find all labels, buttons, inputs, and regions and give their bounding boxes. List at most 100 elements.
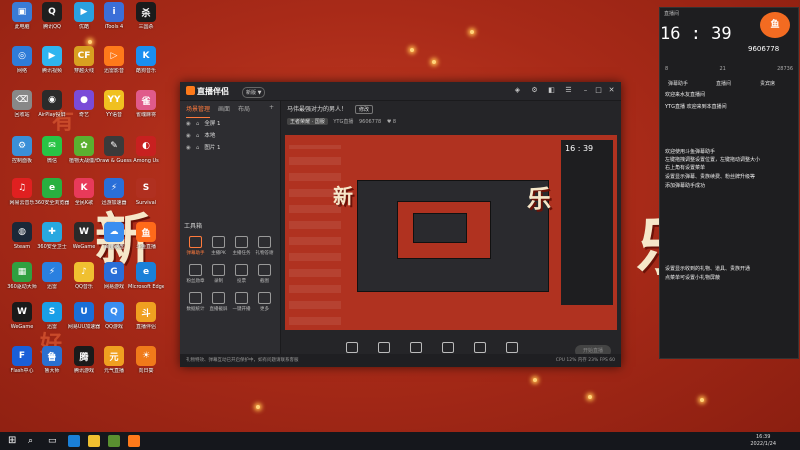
- app-icon: CF: [74, 46, 94, 66]
- desktop-icon[interactable]: 雀雀魂麻将: [128, 90, 164, 118]
- desktop-icon[interactable]: ✉ 微信: [34, 136, 70, 164]
- tool-item[interactable]: 主播PK: [207, 236, 230, 256]
- windows-start-icon[interactable]: ⊞: [8, 435, 20, 447]
- tool-item[interactable]: 录制: [207, 264, 230, 284]
- desktop-icon[interactable]: ◉ AirPlay投屏: [34, 90, 70, 118]
- tool-item[interactable]: 礼物答谢: [253, 236, 276, 256]
- search-icon[interactable]: ⌕: [28, 435, 40, 447]
- desktop-icon[interactable]: 斗直播伴侣: [128, 302, 164, 330]
- fans-icon: ♥: [386, 119, 392, 125]
- desktop-icon[interactable]: 元元气直播: [96, 346, 132, 374]
- minimize-icon[interactable]: –: [581, 86, 590, 95]
- desktop-icon[interactable]: ⚡ 迅雷: [34, 262, 70, 290]
- desktop-icon[interactable]: ⚡ 迅游加速器: [96, 178, 132, 206]
- app-icon: F: [12, 346, 32, 366]
- desktop-icon[interactable]: ▷ 迅雷影音: [96, 46, 132, 74]
- taskbar-clock[interactable]: 16:39 2022/1/24: [750, 434, 776, 448]
- desktop-icon[interactable]: e Microsoft Edge: [128, 262, 164, 290]
- desktop-icon[interactable]: S Survival: [128, 178, 164, 206]
- desktop-icon[interactable]: ☀ 向日葵: [128, 346, 164, 374]
- app-icon: ◎: [12, 46, 32, 66]
- tool-item[interactable]: 数据统计: [184, 292, 207, 312]
- desktop-icon[interactable]: G 网易游戏: [96, 262, 132, 290]
- control-icon: [378, 341, 390, 353]
- app-icon: ⌫: [12, 90, 32, 110]
- explorer-icon[interactable]: [88, 435, 100, 447]
- scene-item[interactable]: ◉ ⌂ 全屏 1: [180, 118, 280, 130]
- stream-title: 马伟最强对力的男人！: [287, 106, 348, 113]
- desktop-icon[interactable]: 鲁鲁大师: [34, 346, 70, 374]
- desktop-icon-label: 向日葵: [138, 368, 154, 374]
- app-icon: Q: [42, 2, 62, 22]
- tool-item[interactable]: 一键开播: [230, 292, 253, 312]
- category-badge[interactable]: 王者荣耀 · 国服: [287, 118, 328, 125]
- desktop-icon-label: 迅雷: [46, 284, 57, 290]
- chat-message: 添加弹幕助手成功: [665, 183, 706, 189]
- desktop-icon[interactable]: YY YY语音: [96, 90, 132, 118]
- edge-icon[interactable]: [68, 435, 80, 447]
- eye-icon[interactable]: ◉: [186, 121, 191, 127]
- scene-item[interactable]: ◉ ⌂ 本地: [180, 130, 280, 142]
- close-icon[interactable]: ✕: [607, 86, 616, 95]
- scene-item[interactable]: ◉ ⌂ 图片 1: [180, 142, 280, 154]
- edit-title-button[interactable]: 修改: [354, 105, 373, 114]
- desktop-icon[interactable]: K 酷狗音乐: [128, 46, 164, 74]
- lock-icon[interactable]: ⌂: [196, 133, 200, 139]
- desktop-icon[interactable]: S 迅雷: [34, 302, 70, 330]
- chat-tab-vip[interactable]: 贵宾席: [760, 80, 775, 87]
- desktop-icon[interactable]: ☁ 百度网盘: [96, 222, 132, 250]
- version-badge[interactable]: 新版 ▼: [242, 87, 266, 98]
- lock-icon[interactable]: ⌂: [196, 145, 200, 151]
- eye-icon[interactable]: ◉: [186, 145, 191, 151]
- live-preview[interactable]: 16 : 39 新 乐: [285, 135, 617, 330]
- tab-layout[interactable]: 布局: [238, 104, 250, 118]
- maximize-icon[interactable]: □: [594, 86, 603, 95]
- tool-item[interactable]: 主播任务: [230, 236, 253, 256]
- chat-message: 点菜单可设置小礼物屏蔽: [665, 275, 721, 281]
- menu-icon[interactable]: ☰: [564, 86, 573, 95]
- settings-icon[interactable]: ⚙: [530, 86, 539, 95]
- tool-icon: [235, 292, 248, 304]
- desktop-icon[interactable]: ✚ 360安全卫士: [34, 222, 70, 250]
- desktop-icon[interactable]: Q QQ游戏: [96, 302, 132, 330]
- task-view-icon[interactable]: ▭: [48, 435, 60, 447]
- app-icon: 雀: [136, 90, 156, 110]
- desktop-icon[interactable]: e 360安全浏览器: [34, 178, 70, 206]
- app-icon: ✿: [74, 136, 94, 156]
- main-panel: 马伟最强对力的男人！ 修改 王者荣耀 · 国服 YTG直播 9606778 ♥ …: [281, 101, 621, 367]
- skin-icon[interactable]: ◧: [547, 86, 556, 95]
- desktop-icon[interactable]: i iTools 4: [96, 2, 132, 30]
- stat-item: 8: [665, 66, 669, 72]
- status-metrics: CPU 12% 内存 23% FPS 60: [555, 358, 615, 363]
- livecompanion-icon[interactable]: [128, 435, 140, 447]
- chat-message: 设置显示弹幕、贵族续费、粉丝牌升级等: [665, 174, 756, 180]
- tab-scene[interactable]: 场景管理: [186, 104, 211, 118]
- desktop-icon[interactable]: 杀三国杀: [128, 2, 164, 30]
- tool-item[interactable]: 截图: [253, 264, 276, 284]
- tool-item[interactable]: 直播截屏: [207, 292, 230, 312]
- status-text: 礼物特效、弹幕互动已开启保护中，如有问题请联系客服: [186, 358, 299, 363]
- tool-item[interactable]: 更多: [253, 292, 276, 312]
- desktop-icon-label: 酷狗音乐: [135, 68, 156, 74]
- desktop-icon[interactable]: 鱼斗鱼直播: [128, 222, 164, 250]
- tool-item[interactable]: 投票: [230, 264, 253, 284]
- tab-picture[interactable]: 画面: [218, 104, 230, 118]
- desktop-icon[interactable]: ✎ Draw & Guess: [96, 136, 132, 164]
- eye-icon[interactable]: ◉: [186, 133, 191, 139]
- chat-tab-assistant[interactable]: 弹幕助手: [668, 80, 688, 87]
- minecraft-icon[interactable]: [108, 435, 120, 447]
- tool-icon: [189, 292, 202, 304]
- chat-tab-room[interactable]: 直播间: [716, 80, 731, 87]
- tool-label: 弹幕助手: [186, 251, 205, 256]
- lock-icon[interactable]: ⌂: [196, 121, 200, 127]
- desktop-icon[interactable]: ◐ Among Us: [128, 136, 164, 164]
- add-scene-icon[interactable]: +: [269, 104, 274, 118]
- spark: [410, 48, 414, 52]
- desktop-icon[interactable]: ▶ 腾讯视频: [34, 46, 70, 74]
- tool-item[interactable]: 弹幕助手: [184, 236, 207, 256]
- tool-item[interactable]: 粉丝勋章: [184, 264, 207, 284]
- desktop-icon[interactable]: Q 腾讯QQ: [34, 2, 70, 30]
- app-icon: 杀: [136, 2, 156, 22]
- desktop-icon-label: 迅雷影音: [103, 68, 124, 74]
- gift-icon[interactable]: ◈: [513, 86, 522, 95]
